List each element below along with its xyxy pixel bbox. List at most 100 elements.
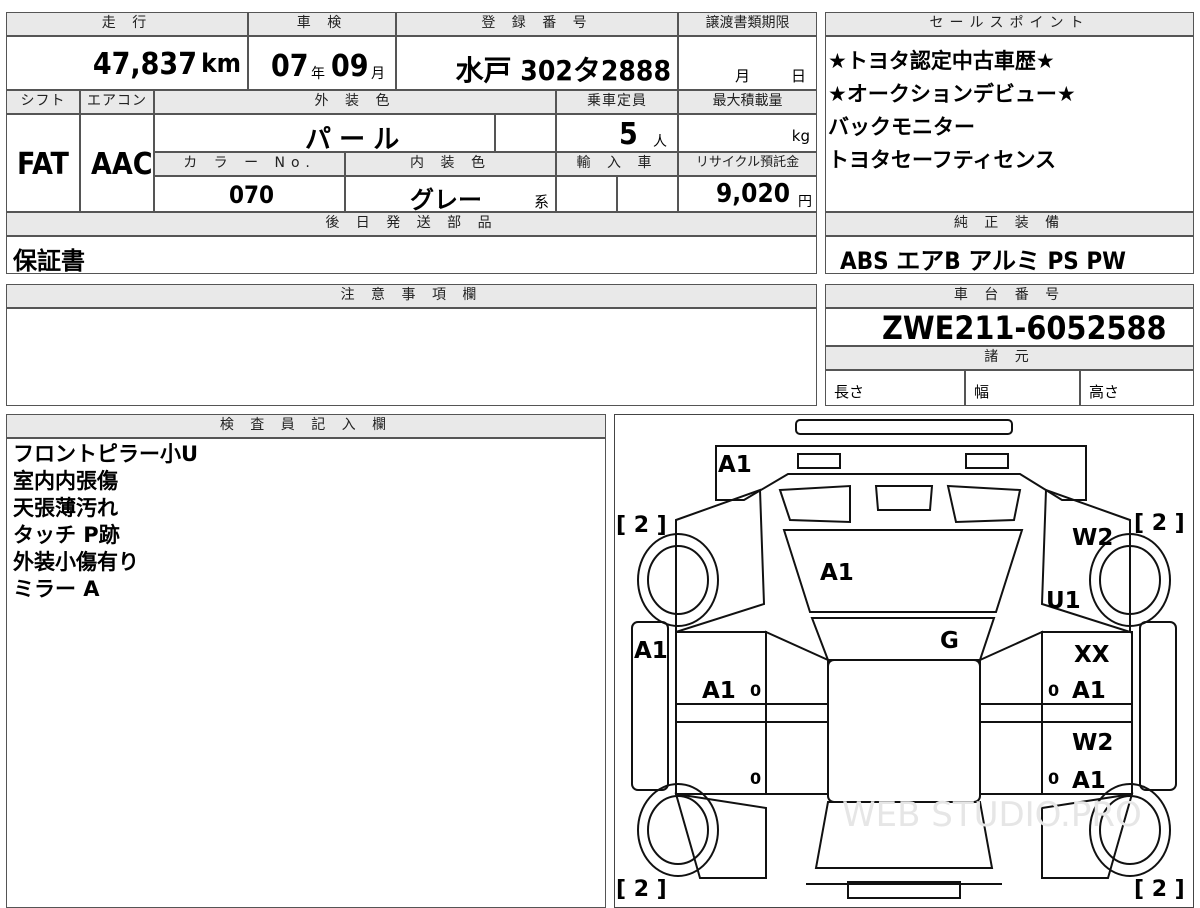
transfer-deadline-cell: 月 日 [678, 36, 817, 90]
mileage-label: 走 行 [6, 12, 248, 36]
width-label: 幅 [974, 383, 990, 401]
transfer-day: 日 [790, 67, 806, 85]
ac-cell: AAC [80, 114, 154, 212]
front-vent-right [946, 484, 1022, 524]
recycle-fee-unit: 円 [798, 194, 812, 210]
recycle-fee-cell: 9,020 円 [678, 176, 817, 212]
exterior-color-label: 外 装 色 [154, 90, 556, 114]
color-no-value: 070 [229, 181, 275, 209]
mileage-cell: 47,837 km [6, 36, 248, 90]
zero-mark: 0 [750, 769, 761, 788]
zero-mark: 0 [1048, 681, 1059, 700]
cowl-outline [810, 617, 996, 661]
damage-mark: XX [1074, 642, 1110, 668]
inspection-month-unit: 月 [371, 66, 385, 82]
rear-quarter-left [674, 792, 767, 879]
interior-color-label: 内 装 色 [345, 152, 556, 176]
inspector-note: 天張薄汚れ [13, 496, 118, 520]
shift-label: シフト [6, 90, 80, 114]
front-vent-left [778, 484, 851, 524]
length-label: 長さ [834, 383, 865, 401]
sales-point-item: ★オークションデビュー★ [828, 82, 1076, 106]
import-cell-b [617, 176, 678, 212]
recycle-fee-label: リサイクル預託金 [678, 152, 817, 176]
equipment-cell: ABS エアB アルミ PS PW [825, 236, 1194, 275]
sales-points-list: ★トヨタ認定中古車歴★ ★オークションデビュー★ バックモニター トヨタセーフテ… [828, 45, 1076, 177]
capacity-value: 5 [619, 117, 638, 152]
front-vent-center [874, 485, 934, 511]
damage-mark: A1 [634, 638, 668, 664]
inspector-note: タッチ P跡 [13, 523, 120, 547]
interior-color-suffix: 系 [534, 193, 550, 211]
damage-mark: A1 [1072, 768, 1106, 794]
tire-grade-front-left: [ 2 ] [616, 513, 667, 538]
mileage-value: 47,837 [92, 47, 197, 82]
exterior-color-value: パ ー ル [305, 125, 400, 155]
headlight-right-outline [965, 453, 1009, 469]
inspection-label: 車 検 [248, 12, 396, 36]
damage-mark: W2 [1072, 730, 1113, 756]
inspection-year: 07 [271, 49, 309, 84]
equipment-label: 純 正 装 備 [825, 212, 1194, 236]
import-cell-a [556, 176, 617, 212]
interior-color-value: グレー [410, 186, 482, 214]
max-load-label: 最大積載量 [678, 90, 817, 114]
import-label: 輸 入 車 [556, 152, 678, 176]
transfer-deadline-label: 譲渡書類期限 [678, 12, 817, 36]
inspector-notes-cell: フロントピラー小U 室内内張傷 天張薄汚れ タッチ P跡 外装小傷有り ミラー … [6, 438, 606, 908]
sill-right [1139, 621, 1177, 791]
damage-mark: G [940, 628, 959, 654]
length-cell: 長さ [825, 370, 965, 406]
damage-mark: A1 [1072, 678, 1106, 704]
damage-mark: U1 [1046, 588, 1081, 614]
chassis-label: 車 台 番 号 [825, 284, 1194, 308]
zero-mark: 0 [1048, 769, 1059, 788]
registration-value: 水戸 302タ2888 [455, 54, 671, 87]
front-bumper-outline [795, 419, 1013, 435]
transfer-month: 月 [735, 67, 751, 85]
capacity-label: 乗車定員 [556, 90, 678, 114]
damage-mark: A1 [702, 678, 736, 704]
headlight-left-outline [797, 453, 841, 469]
chassis-cell: ZWE211-6052588 [825, 308, 1194, 347]
sales-points-cell: ★トヨタ認定中古車歴★ ★オークションデビュー★ バックモニター トヨタセーフテ… [825, 36, 1194, 212]
specs-label: 諸 元 [825, 346, 1194, 370]
sales-point-item: ★トヨタ認定中古車歴★ [828, 49, 1055, 73]
inspector-note: 室内内張傷 [13, 469, 118, 493]
notes-cell [6, 308, 817, 406]
inspector-note: 外装小傷有り [13, 550, 139, 574]
later-parts-cell: 保証書 [6, 236, 817, 275]
height-label: 高さ [1089, 383, 1120, 401]
capacity-cell: 5 人 [556, 114, 678, 152]
max-load-cell: kg [678, 114, 817, 152]
inspector-label: 検 査 員 記 入 欄 [6, 414, 606, 438]
interior-color-cell: グレー 系 [345, 176, 556, 214]
inspector-note: ミラー A [13, 577, 100, 601]
later-parts-label: 後 日 発 送 部 品 [6, 212, 817, 236]
wheel-front-left [637, 533, 719, 627]
inspection-year-unit: 年 [311, 66, 325, 82]
ac-value: AAC [91, 147, 153, 182]
exterior-color-cell: パ ー ル [154, 114, 495, 155]
sales-points-label: セールスポイント [825, 12, 1194, 36]
capacity-unit: 人 [653, 134, 667, 150]
exterior-color-extra-cell [495, 114, 556, 152]
equipment-value: ABS エアB アルミ PS PW [840, 247, 1126, 275]
shift-value: FAT [17, 147, 69, 182]
tire-grade-rear-right: [ 2 ] [1134, 877, 1185, 900]
damage-mark: W2 [1072, 525, 1113, 551]
watermark: WEB STUDIO.PRO [842, 795, 1142, 835]
shift-cell: FAT [6, 114, 80, 212]
mileage-unit: km [201, 49, 241, 79]
sales-point-item: トヨタセーフティセンス [828, 148, 1057, 172]
hood-outline [715, 445, 1087, 501]
registration-cell: 水戸 302タ2888 [396, 36, 678, 90]
roof-outline [827, 659, 981, 803]
inspection-month: 09 [331, 49, 369, 84]
zero-mark: 0 [750, 681, 761, 700]
color-no-label: カ ラ ー No. [154, 152, 345, 176]
inspector-notes-list: フロントピラー小U 室内内張傷 天張薄汚れ タッチ P跡 外装小傷有り ミラー … [13, 441, 198, 603]
max-load-unit: kg [791, 127, 810, 145]
sales-point-item: バックモニター [828, 115, 975, 139]
inspector-note: フロントピラー小U [13, 442, 199, 466]
